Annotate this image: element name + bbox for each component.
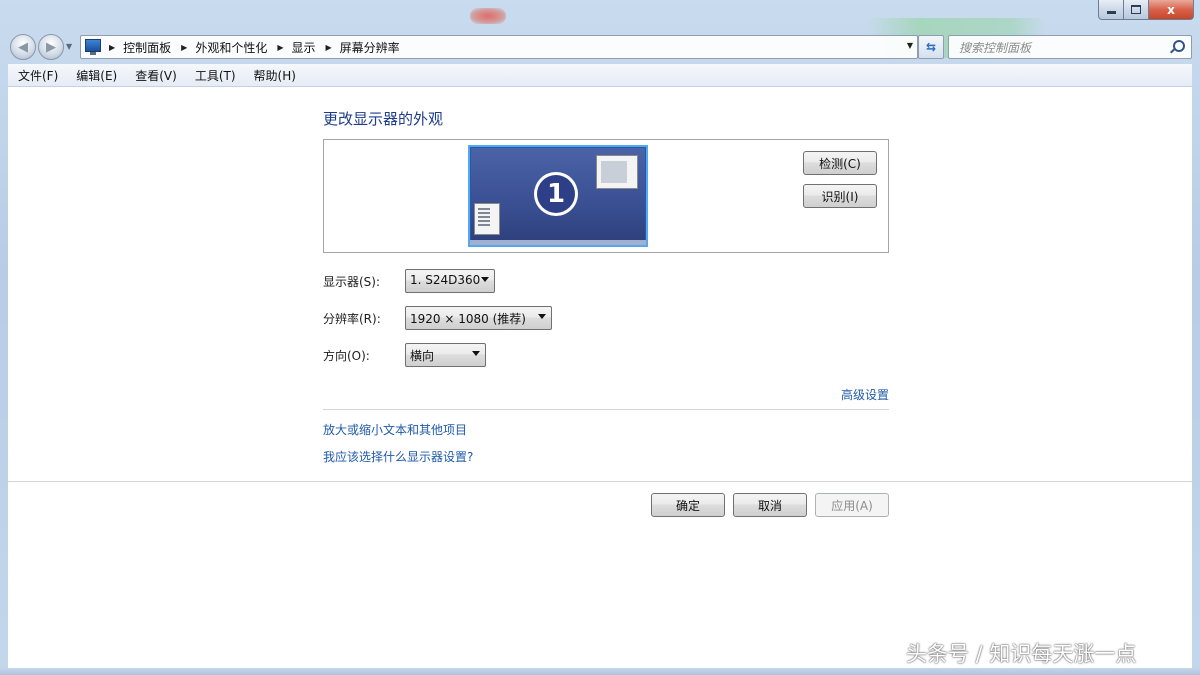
display-label: 显示器(S):	[323, 275, 381, 289]
resolution-select[interactable]: 1920 × 1080 (推荐)	[405, 306, 552, 330]
resolution-value: 1920 × 1080 (推荐)	[410, 312, 526, 326]
monitor-taskbar	[470, 240, 646, 245]
detect-button[interactable]: 检测(C)	[803, 151, 877, 175]
text-size-link[interactable]: 放大或缩小文本和其他项目	[323, 421, 467, 438]
breadcrumb-separator-icon[interactable]: ▶	[277, 43, 283, 52]
back-arrow-icon: ◀	[18, 39, 28, 55]
menu-tools[interactable]: 工具(T)	[185, 67, 244, 84]
advanced-settings-link[interactable]: 高级设置	[841, 386, 889, 403]
menu-view[interactable]: 查看(V)	[125, 67, 185, 84]
address-bar[interactable]: ▶ 控制面板 ▶ 外观和个性化 ▶ 显示 ▶ 屏幕分辨率 ▼	[80, 35, 918, 59]
chevron-down-icon	[538, 314, 546, 319]
maximize-button[interactable]	[1124, 0, 1149, 20]
search-icon[interactable]	[1173, 40, 1185, 52]
minimize-icon	[1106, 11, 1116, 14]
breadcrumb-display[interactable]: 显示	[292, 39, 316, 56]
breadcrumb-separator-icon[interactable]: ▶	[326, 43, 332, 52]
search-input[interactable]: 搜索控制面板	[948, 35, 1192, 59]
ok-button[interactable]: 确定	[651, 493, 725, 517]
search-placeholder: 搜索控制面板	[959, 41, 1032, 55]
breadcrumb-screen-resolution[interactable]: 屏幕分辨率	[340, 39, 400, 56]
window-frame: x ◀ ▶ ▼ ▶ 控制面板 ▶ 外观和个性化 ▶ 显示 ▶ 屏幕分辨率 ▼ ⇆…	[0, 0, 1200, 675]
display-settings-help-link[interactable]: 我应该选择什么显示器设置?	[323, 448, 473, 465]
close-button[interactable]: x	[1149, 0, 1194, 20]
watermark-text: 头条号 / 知识每天涨一点	[906, 642, 1137, 666]
chevron-down-icon	[481, 277, 489, 282]
title-bar-glow	[470, 8, 506, 24]
breadcrumb-separator-icon[interactable]: ▶	[109, 43, 115, 52]
navigation-row: ◀ ▶ ▼ ▶ 控制面板 ▶ 外观和个性化 ▶ 显示 ▶ 屏幕分辨率 ▼ ⇆ 搜…	[0, 30, 1200, 62]
forward-button[interactable]: ▶	[38, 34, 64, 60]
computer-icon	[85, 39, 101, 55]
document-thumbnail-icon	[474, 203, 500, 235]
chevron-down-icon	[472, 351, 480, 356]
page-title: 更改显示器的外观	[323, 110, 444, 128]
address-history-dropdown-icon[interactable]: ▼	[907, 41, 913, 50]
menu-help[interactable]: 帮助(H)	[244, 67, 304, 84]
orientation-label: 方向(O):	[323, 349, 370, 363]
breadcrumb-appearance[interactable]: 外观和个性化	[195, 39, 267, 56]
identify-button[interactable]: 识别(I)	[803, 184, 877, 208]
divider	[8, 481, 1192, 482]
title-bar[interactable]: x	[0, 0, 1200, 58]
orientation-select[interactable]: 横向	[405, 343, 486, 367]
breadcrumb-separator-icon[interactable]: ▶	[181, 43, 187, 52]
close-icon: x	[1167, 2, 1175, 17]
caption-buttons: x	[1098, 0, 1194, 20]
menu-edit[interactable]: 编辑(E)	[66, 67, 125, 84]
display-preview-panel: 1 检测(C) 识别(I)	[323, 139, 889, 253]
divider	[323, 409, 889, 410]
orientation-value: 横向	[410, 349, 435, 363]
window-bottom-border	[0, 668, 1200, 675]
menu-file[interactable]: 文件(F)	[8, 67, 66, 84]
content-area: 更改显示器的外观 1 检测(C) 识别(I) 显示器(S): 1. S24D36…	[8, 87, 1192, 668]
menu-bar: 文件(F) 编辑(E) 查看(V) 工具(T) 帮助(H)	[8, 64, 1192, 87]
back-button[interactable]: ◀	[10, 34, 36, 60]
display-value: 1. S24D360	[410, 273, 481, 287]
recent-pages-dropdown[interactable]: ▼	[66, 42, 72, 51]
breadcrumb: ▶ 控制面板 ▶ 外观和个性化 ▶ 显示 ▶ 屏幕分辨率	[105, 36, 400, 58]
refresh-button[interactable]: ⇆	[918, 35, 944, 59]
window-thumbnail-icon	[596, 155, 638, 189]
cancel-button[interactable]: 取消	[733, 493, 807, 517]
apply-button[interactable]: 应用(A)	[815, 493, 889, 517]
minimize-button[interactable]	[1098, 0, 1124, 20]
monitor-number-badge: 1	[534, 172, 578, 216]
maximize-icon	[1131, 5, 1141, 14]
monitor-number: 1	[537, 175, 575, 213]
refresh-icon: ⇆	[925, 40, 937, 54]
monitor-1-thumbnail[interactable]: 1	[468, 145, 648, 247]
resolution-label: 分辨率(R):	[323, 312, 381, 326]
forward-arrow-icon: ▶	[46, 39, 56, 55]
breadcrumb-control-panel[interactable]: 控制面板	[123, 39, 171, 56]
display-select[interactable]: 1. S24D360	[405, 269, 495, 293]
